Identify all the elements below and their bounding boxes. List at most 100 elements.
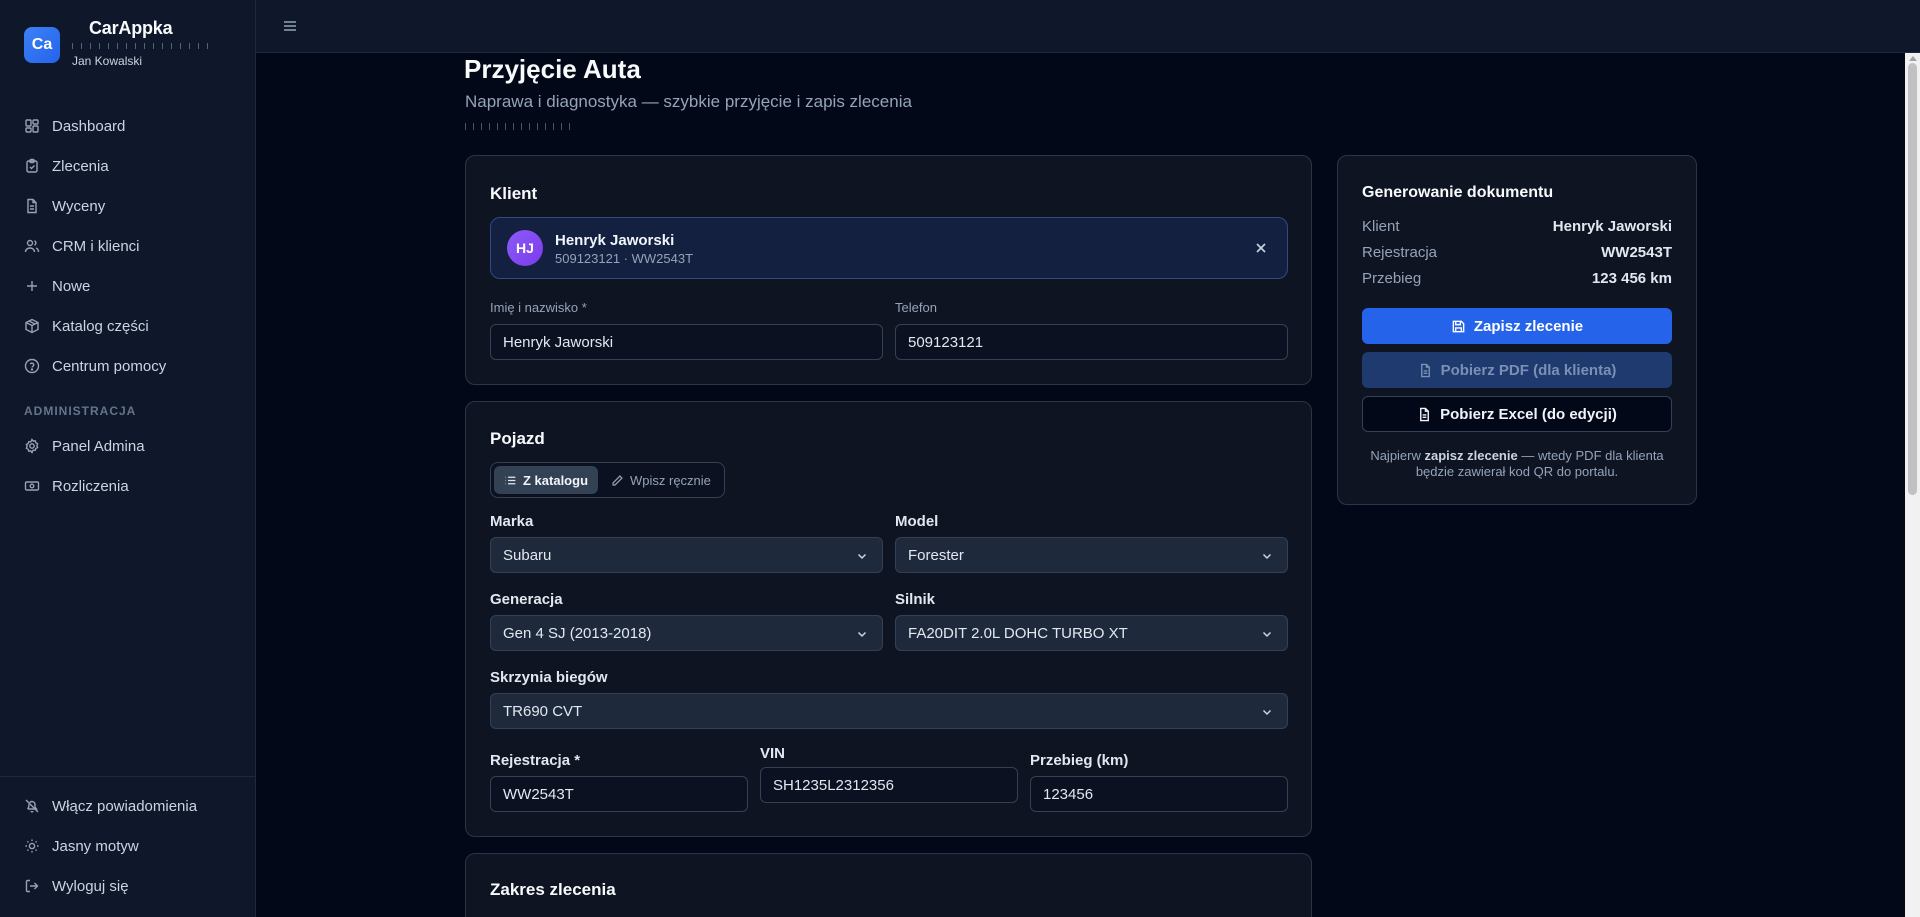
selected-client-chip[interactable]: HJ Henryk Jaworski 509123121 · WW2543T	[490, 217, 1288, 279]
sidebar-item-label: Dashboard	[52, 117, 126, 135]
chevron-down-icon	[1262, 709, 1272, 716]
vehicle-card: Pojazd Z katalogu Wpisz ręcznie Marka Su…	[465, 401, 1312, 837]
sidebar-item-dashboard[interactable]: Dashboard	[0, 106, 256, 146]
sidebar-item-parts-catalog[interactable]: Katalog części	[0, 306, 256, 346]
sidebar-item-label: Jasny motyw	[52, 837, 139, 855]
main-nav: Dashboard Zlecenia Wyceny CRM i klienci …	[0, 106, 256, 386]
sidebar-item-logout[interactable]: Wyloguj się	[0, 866, 256, 906]
scroll-up-arrow-icon[interactable]	[1909, 56, 1917, 61]
close-icon[interactable]	[1253, 240, 1269, 256]
admin-nav: Panel Admina Rozliczenia	[0, 426, 256, 506]
mileage-field[interactable]: 123456	[1030, 776, 1288, 812]
name-field-label: Imię i nazwisko *	[490, 300, 587, 315]
sidebar-item-light-theme[interactable]: Jasny motyw	[0, 826, 256, 866]
dashboard-icon	[25, 119, 39, 133]
menu-icon	[284, 21, 296, 31]
client-section-title: Klient	[490, 184, 538, 203]
summary-row-registration: Rejestracja WW2543T	[1362, 244, 1672, 262]
client-card: Klient HJ Henryk Jaworski 509123121 · WW…	[465, 155, 1312, 385]
vehicle-input-mode-toggle: Z katalogu Wpisz ręcznie	[490, 462, 725, 498]
sidebar-item-label: Włącz powiadomienia	[52, 797, 198, 815]
sidebar-item-label: Nowe	[52, 277, 91, 295]
sidebar-item-crm[interactable]: CRM i klienci	[0, 226, 256, 266]
sidebar-item-label: Centrum pomocy	[52, 357, 167, 375]
brand-decoration	[72, 43, 208, 49]
vehicle-section-title: Pojazd	[490, 429, 545, 448]
sidebar-item-quotes[interactable]: Wyceny	[0, 186, 256, 226]
package-icon	[25, 318, 39, 334]
tab-label: Z katalogu	[523, 472, 589, 488]
list-icon	[505, 476, 516, 484]
file-text-icon	[27, 198, 37, 214]
sidebar-item-orders[interactable]: Zlecenia	[0, 146, 256, 186]
document-card: Generowanie dokumentu Klient Henryk Jawo…	[1337, 155, 1697, 505]
button-label: Zapisz zlecenie	[1473, 317, 1584, 335]
phone-field[interactable]: 509123121	[895, 324, 1288, 360]
chevron-down-icon	[1262, 631, 1272, 638]
save-icon	[1452, 320, 1465, 332]
brand[interactable]: Ca CarAppka Jan Kowalski	[24, 18, 244, 74]
gear-icon	[25, 438, 39, 454]
sidebar: Ca CarAppka Jan Kowalski Dashboard Zlece…	[0, 0, 256, 917]
summary-row-mileage: Przebieg 123 456 km	[1362, 270, 1672, 288]
summary-row-client: Klient Henryk Jaworski	[1362, 218, 1672, 236]
sidebar-footer-nav: Włącz powiadomienia Jasny motyw Wyloguj …	[0, 786, 256, 906]
engine-select[interactable]: FA20DIT 2.0L DOHC TURBO XT	[895, 615, 1288, 651]
menu-toggle-button[interactable]	[278, 14, 302, 38]
sidebar-item-notifications[interactable]: Włącz powiadomienia	[0, 786, 256, 826]
sidebar-item-admin-panel[interactable]: Panel Admina	[0, 426, 256, 466]
page-subtitle: Naprawa i diagnostyka — szybkie przyjęci…	[465, 92, 912, 111]
model-select-value: Forester	[908, 546, 964, 564]
tab-from-catalog[interactable]: Z katalogu	[494, 466, 598, 494]
file-icon	[1420, 363, 1430, 377]
client-details: 509123121 · WW2543T	[555, 251, 694, 266]
model-label: Model	[895, 513, 939, 530]
sidebar-item-label: Panel Admina	[52, 437, 145, 455]
page-title: Przyjęcie Auta	[464, 54, 641, 84]
sidebar-item-label: Zlecenia	[52, 157, 109, 175]
sidebar-item-label: Katalog części	[52, 317, 149, 335]
mileage-label: Przebieg (km)	[1030, 752, 1129, 769]
summary-key: Przebieg	[1362, 270, 1422, 287]
sidebar-item-label: Wyloguj się	[52, 877, 129, 895]
sidebar-item-help-center[interactable]: Centrum pomocy	[0, 346, 256, 386]
user-name: Jan Kowalski	[72, 54, 143, 68]
sidebar-item-label: Rozliczenia	[52, 477, 129, 495]
client-name-field[interactable]: Henryk Jaworski	[490, 324, 883, 360]
engine-label: Silnik	[895, 591, 936, 608]
vin-label: VIN	[760, 745, 786, 762]
page-scrollbar[interactable]	[1905, 53, 1920, 917]
chevron-down-icon	[857, 631, 867, 638]
download-excel-button[interactable]: Pobierz Excel (do edycji)	[1362, 396, 1672, 432]
gearbox-label: Skrzynia biegów	[490, 669, 608, 686]
vin-field[interactable]: SH1235L2312356	[760, 767, 1018, 803]
generation-label: Generacja	[490, 591, 563, 608]
note-text: Najpierw	[1370, 448, 1425, 463]
bell-off-icon	[25, 799, 39, 813]
brand-select[interactable]: Subaru	[490, 537, 883, 573]
generation-select-value: Gen 4 SJ (2013-2018)	[503, 624, 652, 642]
sidebar-item-new[interactable]: Nowe	[0, 266, 256, 306]
tab-manual-entry[interactable]: Wpisz ręcznie	[601, 466, 721, 494]
title-decoration	[465, 123, 577, 130]
banknote-icon	[24, 481, 40, 491]
summary-value: WW2543T	[1601, 244, 1672, 261]
note-emphasis: zapisz zlecenie	[1424, 448, 1518, 463]
gearbox-select[interactable]: TR690 CVT	[490, 693, 1288, 729]
app-name: CarAppka	[89, 18, 173, 38]
admin-section-heading: ADMINISTRACJA	[24, 404, 137, 418]
scroll-thumb[interactable]	[1908, 63, 1917, 495]
gearbox-select-value: TR690 CVT	[503, 702, 583, 720]
generation-select[interactable]: Gen 4 SJ (2013-2018)	[490, 615, 883, 651]
download-pdf-button[interactable]: Pobierz PDF (dla klienta)	[1362, 352, 1672, 388]
sidebar-item-billing[interactable]: Rozliczenia	[0, 466, 256, 506]
tab-label: Wpisz ręcznie	[630, 472, 711, 488]
chevron-down-icon	[1262, 553, 1272, 560]
button-label: Pobierz Excel (do edycji)	[1440, 405, 1617, 423]
registration-field[interactable]: WW2543T	[490, 776, 748, 812]
model-select[interactable]: Forester	[895, 537, 1288, 573]
save-order-button[interactable]: Zapisz zlecenie	[1362, 308, 1672, 344]
summary-value: 123 456 km	[1591, 270, 1672, 287]
log-out-icon	[25, 879, 39, 893]
sidebar-item-label: Wyceny	[52, 197, 106, 215]
